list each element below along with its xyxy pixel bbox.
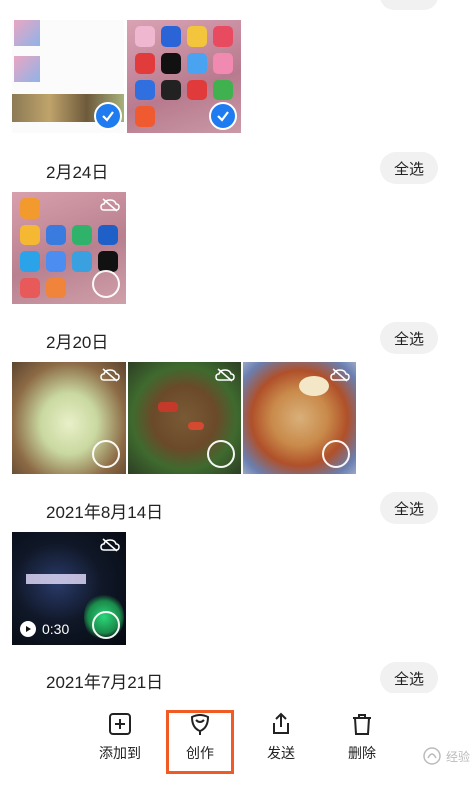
select-all-button[interactable]: 全选	[380, 152, 438, 184]
send-button[interactable]: 发送	[246, 711, 316, 771]
top-partial-group	[0, 0, 476, 140]
date-label: 2021年8月14日	[46, 503, 164, 522]
video-duration-text: 0:30	[42, 621, 70, 637]
select-circle-icon[interactable]	[322, 440, 350, 468]
select-all-button[interactable]: 全选	[380, 322, 438, 354]
add-to-button[interactable]: 添加到	[85, 711, 155, 771]
trash-icon	[353, 714, 371, 735]
date-label: 2月24日	[46, 163, 109, 182]
cloud-off-icon	[215, 368, 235, 382]
select-all-button[interactable]: 全选	[380, 492, 438, 524]
date-group-header: 2月20日 全选	[0, 320, 476, 360]
create-highlight-box	[166, 710, 234, 774]
date-group-header: 2月24日 全选	[0, 150, 476, 190]
add-square-icon	[109, 713, 131, 735]
select-circle-icon[interactable]	[92, 270, 120, 298]
delete-label: 删除	[348, 745, 376, 761]
select-circle-icon[interactable]	[92, 611, 120, 639]
select-circle-icon[interactable]	[207, 440, 235, 468]
play-icon	[20, 621, 36, 637]
date-label: 2021年7月21日	[46, 673, 164, 692]
date-label: 2月20日	[46, 333, 109, 352]
select-all-button-partial[interactable]	[380, 0, 438, 10]
cloud-off-icon	[100, 538, 120, 552]
photo-thumbnail[interactable]	[12, 362, 126, 474]
date-group-header: 2021年8月14日 全选	[0, 490, 476, 530]
cloud-off-icon	[330, 368, 350, 382]
photo-thumbnail[interactable]	[12, 192, 126, 304]
select-circle-icon[interactable]	[92, 440, 120, 468]
video-duration: 0:30	[20, 621, 69, 637]
watermark-text: 经验	[445, 749, 470, 764]
photo-thumbnail[interactable]	[243, 362, 356, 474]
cloud-off-icon	[100, 198, 120, 212]
selected-check-icon[interactable]	[209, 102, 237, 130]
selected-check-icon[interactable]	[94, 102, 122, 130]
select-all-button[interactable]: 全选	[380, 662, 438, 694]
photo-thumbnail[interactable]	[128, 362, 241, 474]
send-label: 发送	[267, 745, 295, 761]
video-thumbnail[interactable]: 0:30	[12, 532, 126, 645]
share-icon	[273, 712, 289, 734]
add-to-label: 添加到	[99, 745, 141, 761]
photo-thumbnail[interactable]	[127, 20, 241, 133]
cloud-off-icon	[100, 368, 120, 382]
photo-thumbnail[interactable]	[12, 20, 124, 133]
watermark-logo-icon	[423, 747, 441, 765]
bottom-toolbar: 添加到 创作 发送 删除 经验	[0, 693, 476, 788]
delete-button[interactable]: 删除	[327, 711, 397, 771]
watermark: 经验	[422, 746, 470, 766]
